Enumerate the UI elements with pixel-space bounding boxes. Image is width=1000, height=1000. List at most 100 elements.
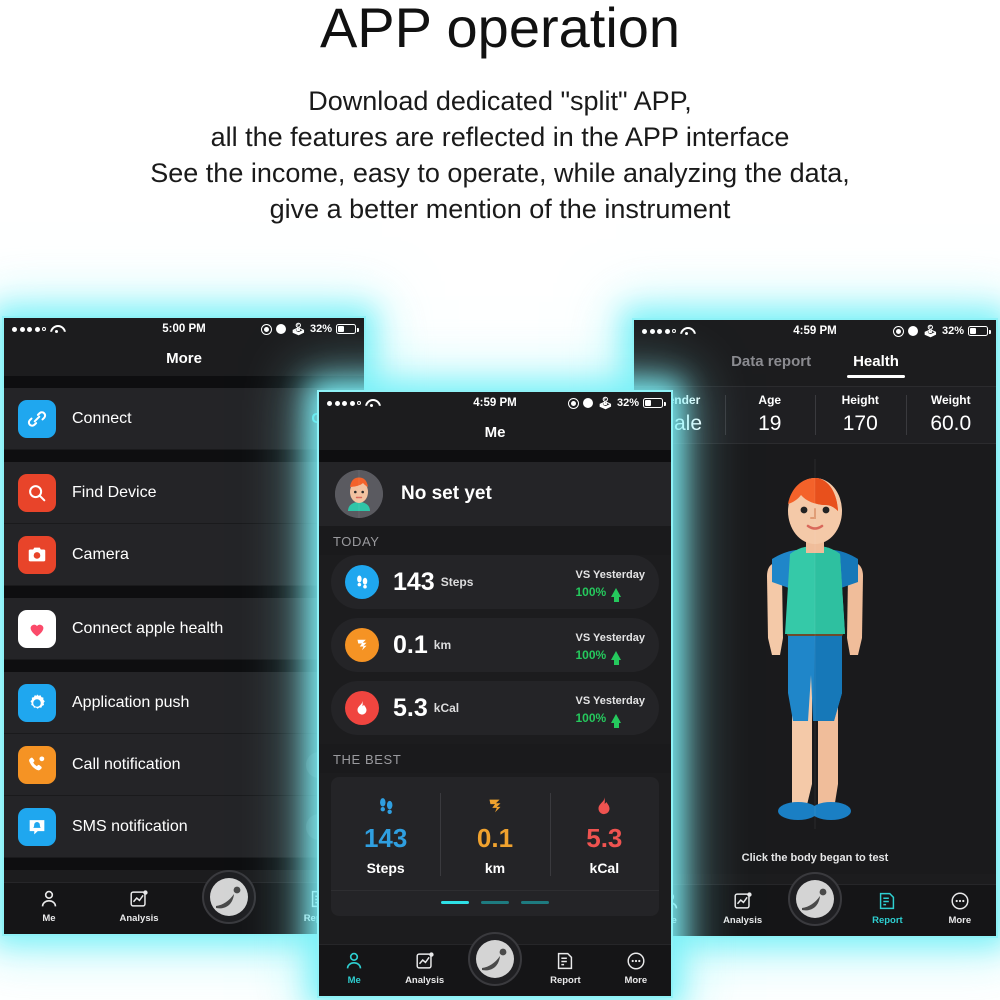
tab-label: Analysis [119,913,159,924]
metric-row-distance[interactable]: 0.1 km VS Yesterday 100% [331,618,659,672]
search-icon [18,473,56,512]
best-value: 143 [363,823,408,853]
list-divider [4,858,364,870]
list-item-label: Application push [72,693,190,711]
comparison-label: VS Yesterday [575,695,645,707]
bottom-tab-bar: Me Analysis [634,872,996,936]
tab-more[interactable]: More [601,950,671,986]
battery-icon [968,326,991,336]
avatar [335,470,383,518]
wifi-icon [365,398,377,408]
list-item-label: Connect [72,409,132,427]
location-icon [260,323,272,335]
tab-analysis[interactable]: Analysis [94,888,184,924]
tab-health[interactable]: Health [847,353,905,378]
stat-label: Age [758,393,782,407]
page-dot-3[interactable] [521,901,549,904]
stat-weight[interactable]: Weight 60.0 [905,387,997,443]
body-stats-bar: Gender Male Age 19 Height 170 Weight 60.… [634,386,996,444]
battery-percent: 32% [309,323,332,335]
list-item-sms-notification[interactable]: SMS notification [4,796,364,858]
list-item-label: Camera [72,545,129,563]
list-item-call-notification[interactable]: Call notification [4,734,364,796]
stat-value: 19 [758,412,782,435]
bell-message-icon [18,807,56,846]
stat-label: Weight [930,393,971,407]
signal-dots-icon [642,328,676,334]
status-bar: 4:59 PM 🕹 32% [319,392,671,414]
metric-value: 0.1 [393,630,428,659]
page-dot-2[interactable] [481,901,509,904]
list-item-application-push[interactable]: Application push [4,672,364,734]
more-icon [951,892,969,910]
app-logo-button[interactable] [468,932,523,986]
stat-height[interactable]: Height 170 [815,387,906,443]
alarm-icon [908,326,919,337]
tab-analysis[interactable]: Analysis [706,890,778,926]
list-item-camera[interactable]: Camera [4,524,364,586]
list-divider [4,586,364,598]
person-icon [346,952,362,969]
body-hint-text: Click the body began to test [634,844,996,874]
metric-row-calories[interactable]: 5.3 kCal VS Yesterday 100% [331,681,659,735]
signal-dots-icon [327,400,361,406]
tab-more[interactable]: More [924,890,996,926]
tab-label: Analysis [405,975,445,986]
bluetooth-icon: 🕹 [290,321,306,336]
male-body-figure[interactable] [730,459,900,829]
list-item-apple-health[interactable]: Connect apple health [4,598,364,660]
status-right: 🕹 32% [260,321,359,336]
tab-me[interactable]: Me [4,888,94,924]
trend-up-icon [611,650,622,665]
tab-label: Me [347,975,361,986]
metric-value: 5.3 [393,693,428,722]
stat-label: Height [841,393,879,407]
app-logo-icon [796,880,835,918]
heart-icon [18,609,56,648]
app-logo-icon [476,940,515,978]
list-divider [4,450,364,462]
metric-unit: kCal [433,701,460,715]
gear-icon [18,683,56,722]
best-cell-calories[interactable]: 5.3 kCal [549,787,659,890]
comparison-value: 100% [575,585,607,599]
header: APP operation Download dedicated "split"… [0,0,1000,228]
metric-comparison: VS Yesterday 100% [575,565,645,602]
status-signal [12,324,62,334]
profile-header[interactable]: No set yet [319,462,671,526]
stat-age[interactable]: Age 19 [724,387,816,443]
status-bar: 4:59 PM 🕹 32% [634,320,996,342]
tab-report[interactable]: Report [851,890,923,926]
app-logo-button[interactable] [788,872,843,926]
tab-label: Analysis [723,915,763,926]
tab-data-report[interactable]: Data report [731,353,811,376]
tab-report[interactable]: Report [530,950,600,986]
comparison-label: VS Yesterday [575,632,645,644]
battery-icon [336,324,359,334]
body-figure-area[interactable] [634,444,996,844]
page-dot-1[interactable] [441,901,469,904]
link-icon [18,399,56,438]
tab-analysis[interactable]: Analysis [389,950,459,986]
list-divider [4,376,364,388]
best-cell-steps[interactable]: 143 Steps [331,787,440,890]
metric-comparison: VS Yesterday 100% [575,628,645,665]
stat-value: 170 [842,412,878,435]
document-icon [880,892,895,910]
nav-title: Me [319,414,671,450]
settings-list: Connect CF00 Find Device [4,376,364,870]
best-cell-distance[interactable]: 0.1 km [440,787,549,890]
tab-label: Report [872,915,903,926]
bluetooth-icon: 🕹 [597,395,613,410]
header-subtitle: Download dedicated "split" APP, all the … [0,84,1000,228]
list-item-label: Connect apple health [72,619,224,637]
app-logo-button[interactable] [202,870,256,924]
metric-row-steps[interactable]: 143 Steps VS Yesterday 100% [331,555,659,609]
list-item-find-device[interactable]: Find Device [4,462,364,524]
header-line-2: all the features are reflected in the AP… [210,121,790,152]
page-indicator[interactable] [331,890,659,916]
list-item-connect[interactable]: Connect CF00 [4,388,364,450]
tab-me[interactable]: Me [319,950,389,986]
status-signal [642,326,692,336]
alarm-icon [276,324,287,335]
